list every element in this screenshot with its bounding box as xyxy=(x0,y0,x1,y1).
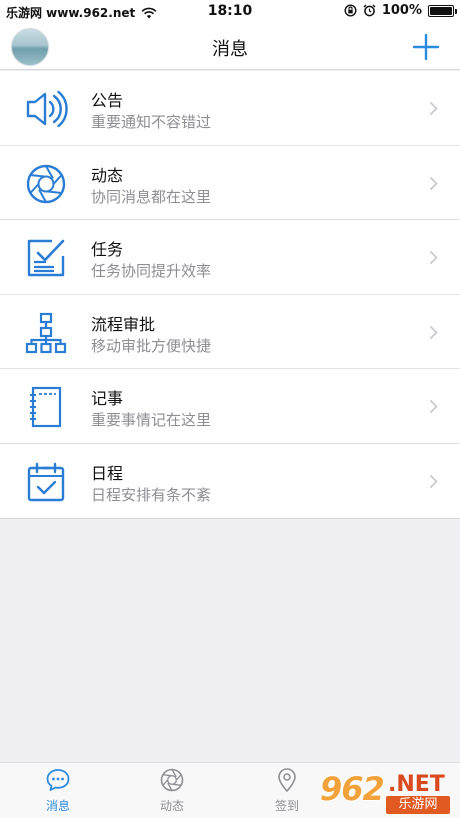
status-right: 100% xyxy=(344,3,457,18)
item-subtitle: 日程安排有条不紊 xyxy=(91,485,212,504)
nav-bar: 消息 xyxy=(0,24,460,70)
chevron-right-icon xyxy=(429,474,438,488)
chevron-right-icon xyxy=(429,176,438,190)
status-bar: 乐游网 www.962.net 18:10 100% xyxy=(0,0,460,24)
battery-percent: 100% xyxy=(381,3,422,18)
aperture-icon xyxy=(26,164,66,203)
chevron-right-icon xyxy=(429,250,438,265)
list-item-announcement[interactable]: 公告 重要通知不容错过 xyxy=(0,71,460,146)
item-subtitle: 重要事情记在这里 xyxy=(91,411,212,429)
tab-checkin[interactable]: 签到 xyxy=(247,767,327,814)
item-subtitle: 协同消息都在这里 xyxy=(91,187,212,206)
notebook-icon xyxy=(30,386,62,428)
list-item-approval[interactable]: 流程审批 移动审批方便快捷 xyxy=(0,295,460,369)
item-subtitle: 任务协同提升效率 xyxy=(91,262,212,280)
chevron-right-icon xyxy=(429,399,438,414)
page-title: 消息 xyxy=(212,39,248,60)
chat-bubble-icon xyxy=(46,769,70,791)
task-check-icon xyxy=(27,239,65,277)
list-item-task[interactable]: 任务 任务协同提升效率 xyxy=(0,220,460,295)
list-item-notes[interactable]: 记事 重要事情记在这里 xyxy=(0,369,460,444)
message-list: 公告 重要通知不容错过 动态 协同消息都在这里 任务 任务协同提升效率 流程审批… xyxy=(0,71,460,519)
battery-fill xyxy=(430,6,452,15)
aperture-icon xyxy=(160,768,184,792)
list-item-schedule[interactable]: 日程 日程安排有条不紊 xyxy=(0,444,460,519)
add-button[interactable] xyxy=(412,33,440,61)
alarm-icon xyxy=(363,4,376,17)
watermark-name: 乐游网 xyxy=(386,796,450,814)
item-title: 记事 xyxy=(91,389,124,408)
org-chart-icon xyxy=(25,312,67,353)
tab-label: 动态 xyxy=(159,799,184,813)
chevron-right-icon xyxy=(429,325,438,339)
item-title: 流程审批 xyxy=(91,314,156,334)
item-title: 任务 xyxy=(91,240,124,259)
list-item-activity[interactable]: 动态 协同消息都在这里 xyxy=(0,146,460,220)
item-title: 公告 xyxy=(91,91,124,110)
tab-label: 签到 xyxy=(274,799,299,813)
tab-label: 消息 xyxy=(45,799,70,813)
watermark-number: 962 xyxy=(320,770,385,808)
item-subtitle: 移动审批方便快捷 xyxy=(91,336,212,355)
speaker-icon xyxy=(26,90,68,128)
item-title: 动态 xyxy=(91,165,124,185)
calendar-check-icon xyxy=(27,462,65,501)
battery-icon xyxy=(428,4,457,17)
location-pin-icon xyxy=(278,768,296,792)
plus-icon xyxy=(412,33,440,61)
watermark-logo: 962 .NET 乐游网 xyxy=(316,766,456,816)
chevron-right-icon xyxy=(429,101,438,116)
rotation-lock-icon xyxy=(344,4,357,17)
watermark-suffix: .NET xyxy=(388,772,445,797)
tab-messages[interactable]: 消息 xyxy=(18,767,98,814)
item-subtitle: 重要通知不容错过 xyxy=(91,113,212,131)
item-title: 日程 xyxy=(91,463,124,483)
tab-activity[interactable]: 动态 xyxy=(132,767,212,814)
